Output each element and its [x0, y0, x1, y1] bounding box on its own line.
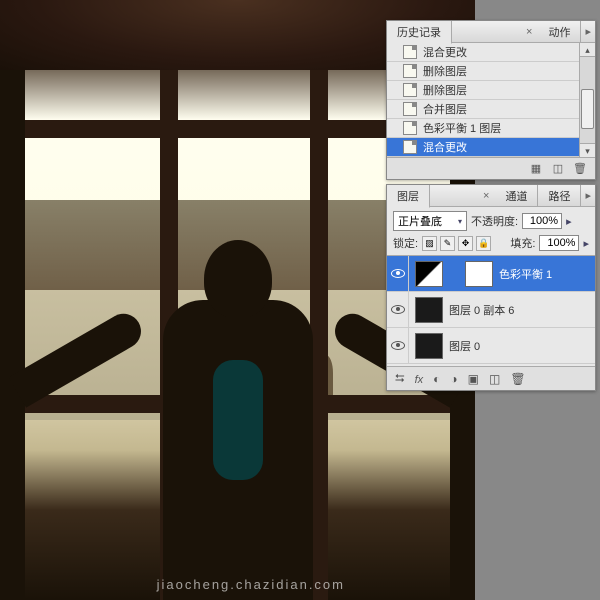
fill-label: 填充:	[510, 235, 535, 251]
adjustment-thumb	[415, 261, 443, 287]
visibility-eye-icon[interactable]	[391, 341, 405, 350]
history-label: 删除图层	[423, 82, 467, 98]
history-label: 色彩平衡 1 图层	[423, 120, 501, 136]
blend-mode-value: 正片叠底	[398, 213, 442, 229]
person-silhouette	[98, 240, 378, 600]
history-item-selected[interactable]: 混合更改	[387, 138, 595, 157]
document-icon	[403, 121, 417, 135]
history-label: 混合更改	[423, 44, 467, 60]
tab-history[interactable]: 历史记录	[387, 21, 452, 44]
history-label: 合并图层	[423, 101, 467, 117]
history-item[interactable]: 删除图层	[387, 81, 595, 100]
scrollbar[interactable]: ▴ ▾	[579, 43, 595, 157]
tab-layers[interactable]: 图层	[387, 185, 430, 208]
watermark-text: jiaocheng.chazidian.com	[157, 577, 345, 592]
layers-panel: 图层 × 通道 路径 ▸ 正片叠底 ▾ 不透明度: 100% ▸ 锁定: ▨ ✎ …	[386, 184, 596, 391]
visibility-eye-icon[interactable]	[391, 269, 405, 278]
close-icon[interactable]: ×	[520, 26, 538, 38]
document-icon	[403, 45, 417, 59]
opacity-input[interactable]: 100%	[522, 213, 562, 229]
layer-list: 色彩平衡 1 图层 0 副本 6 图层 0	[387, 256, 595, 366]
layers-panel-header: 图层 × 通道 路径 ▸	[387, 185, 595, 207]
tab-channels[interactable]: 通道	[495, 185, 538, 207]
panel-menu-icon[interactable]: ▸	[581, 25, 595, 38]
new-group-icon[interactable]: ▣	[468, 372, 479, 386]
layer-thumb	[415, 333, 443, 359]
lock-pixels-icon[interactable]: ✎	[440, 236, 455, 251]
tab-paths[interactable]: 路径	[538, 185, 581, 207]
add-mask-icon[interactable]: ◐	[433, 372, 440, 386]
opacity-label: 不透明度:	[471, 213, 518, 229]
document-icon	[403, 64, 417, 78]
tab-actions[interactable]: 动作	[538, 21, 581, 43]
history-footer: ▦ ◫ 🗑	[387, 157, 595, 179]
link-layers-icon[interactable]: ⮀	[395, 371, 405, 386]
layer-item[interactable]: 图层 0	[387, 328, 595, 364]
chevron-down-icon: ▾	[458, 217, 462, 226]
history-list: 混合更改 删除图层 删除图层 合并图层 色彩平衡 1 图层 混合更改	[387, 43, 595, 157]
layers-footer: ⮀ fx ◐ ◑ ▣ ◫ 🗑	[387, 366, 595, 390]
history-item[interactable]: 合并图层	[387, 100, 595, 119]
layer-thumb	[415, 297, 443, 323]
lock-label: 锁定:	[393, 235, 418, 251]
history-item[interactable]: 删除图层	[387, 62, 595, 81]
scroll-up-icon[interactable]: ▴	[580, 43, 595, 57]
layer-name: 色彩平衡 1	[499, 266, 552, 282]
trash-icon[interactable]: 🗑	[573, 162, 587, 176]
layers-controls: 正片叠底▾ 不透明度: 100% ▸ 锁定: ▨ ✎ ✥ 🔒 填充: 100% …	[387, 207, 595, 256]
lock-buttons: ▨ ✎ ✥ 🔒	[422, 236, 491, 251]
history-item[interactable]: 色彩平衡 1 图层	[387, 119, 595, 138]
new-snapshot-icon[interactable]: ◫	[551, 162, 565, 176]
layer-name: 图层 0	[449, 338, 480, 354]
history-panel-header: 历史记录 × 动作 ▸	[387, 21, 595, 43]
layer-item-selected[interactable]: 色彩平衡 1	[387, 256, 595, 292]
blend-mode-select[interactable]: 正片叠底 ▾	[393, 211, 467, 231]
new-adjustment-icon[interactable]: ◑	[450, 372, 457, 386]
history-item[interactable]: 混合更改	[387, 43, 595, 62]
history-panel: 历史记录 × 动作 ▸ 混合更改 删除图层 删除图层 合并图层 色彩平衡 1 图…	[386, 20, 596, 180]
layer-name: 图层 0 副本 6	[449, 302, 514, 318]
scroll-down-icon[interactable]: ▾	[580, 143, 595, 157]
lock-all-icon[interactable]: 🔒	[476, 236, 491, 251]
chevron-right-icon[interactable]: ▸	[566, 215, 572, 228]
document-icon	[403, 83, 417, 97]
visibility-eye-icon[interactable]	[391, 305, 405, 314]
history-label: 混合更改	[423, 139, 467, 155]
layer-mask-thumb[interactable]	[465, 261, 493, 287]
close-icon[interactable]: ×	[477, 190, 495, 202]
lock-position-icon[interactable]: ✥	[458, 236, 473, 251]
lock-transparency-icon[interactable]: ▨	[422, 236, 437, 251]
trash-icon[interactable]: 🗑	[510, 372, 525, 386]
document-icon	[403, 140, 417, 154]
fill-input[interactable]: 100%	[539, 235, 579, 251]
layer-item[interactable]: 图层 0 副本 6	[387, 292, 595, 328]
history-label: 删除图层	[423, 63, 467, 79]
new-layer-icon[interactable]: ◫	[489, 372, 500, 386]
panel-menu-icon[interactable]: ▸	[581, 189, 595, 202]
fx-icon[interactable]: fx	[415, 372, 424, 386]
create-document-icon[interactable]: ▦	[529, 162, 543, 176]
document-icon	[403, 102, 417, 116]
scroll-thumb[interactable]	[581, 89, 594, 129]
chevron-right-icon[interactable]: ▸	[583, 237, 589, 250]
